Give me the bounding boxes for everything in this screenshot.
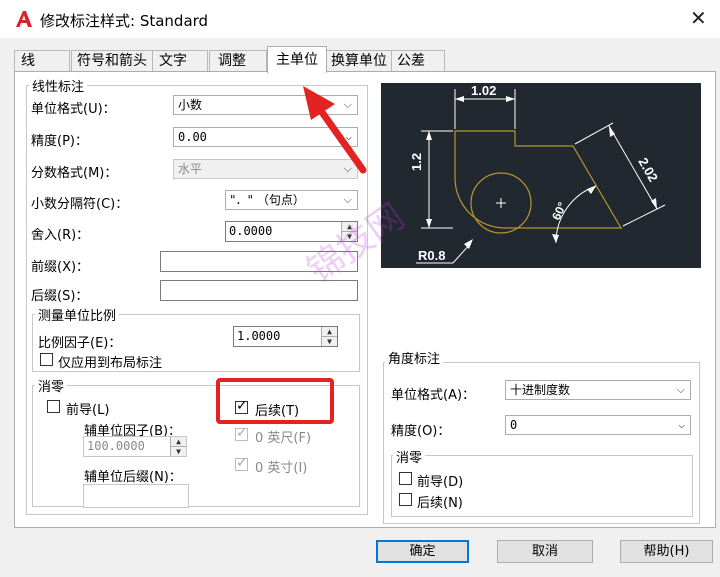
suffix-label: 后缀(S)： bbox=[31, 289, 89, 304]
sub-unit-suffix-label: 辅单位后缀(N)： bbox=[84, 470, 182, 485]
title-bar: 修改标注样式: Standard ✕ bbox=[0, 0, 720, 38]
tab-symbols-arrows[interactable]: 符号和箭头 bbox=[71, 50, 153, 72]
angular-unit-format-select[interactable]: 十进制度数 ⌵ bbox=[505, 380, 691, 400]
sub-unit-suffix-input[interactable] bbox=[83, 484, 189, 508]
tab-fit[interactable]: 调整 bbox=[209, 50, 267, 71]
feet-label: 0 英尺(F) bbox=[255, 431, 312, 446]
angular-leading-label: 前导(D) bbox=[417, 475, 464, 490]
angular-trailing-checkbox[interactable] bbox=[399, 493, 412, 506]
angular-trailing-label: 后续(N) bbox=[417, 496, 463, 511]
cancel-button[interactable]: 取消 bbox=[497, 540, 593, 563]
angular-unit-format-label: 单位格式(A)： bbox=[391, 388, 476, 403]
chevron-down-icon: ⌵ bbox=[676, 383, 685, 396]
feet-checkbox[interactable] bbox=[235, 425, 248, 441]
leading-zero-label: 前导(L) bbox=[66, 403, 110, 418]
spin-up-icon[interactable]: ▲ bbox=[322, 327, 337, 337]
tab-text[interactable]: 文字 bbox=[152, 50, 208, 71]
inches-label: 0 英寸(I) bbox=[255, 461, 308, 476]
tab-primary-units[interactable]: 主单位 bbox=[267, 46, 327, 73]
decimal-separator-select[interactable]: "．" （句点） ⌵ bbox=[225, 190, 358, 210]
round-off-label: 舍入(R)： bbox=[31, 228, 90, 243]
angular-zero-suppression-legend: 消零 bbox=[393, 447, 426, 466]
tab-lines[interactable]: 线 bbox=[14, 50, 70, 71]
fraction-format-label: 分数格式(M)： bbox=[31, 166, 118, 181]
angular-leading-checkbox[interactable] bbox=[399, 472, 412, 485]
scale-factor-label: 比例因子(E)： bbox=[38, 336, 122, 351]
layout-only-checkbox[interactable] bbox=[40, 353, 53, 366]
prefix-label: 前缀(X)： bbox=[31, 260, 90, 275]
linear-legend: 线性标注 bbox=[29, 76, 88, 95]
dimension-preview: 1.02 1.2 2.02 60° R0.8 bbox=[381, 83, 701, 268]
spin-down-icon[interactable]: ▼ bbox=[322, 337, 337, 347]
annotation-arrow-icon bbox=[303, 86, 367, 174]
decimal-separator-label: 小数分隔符(C)： bbox=[31, 197, 129, 212]
spin-down-icon[interactable]: ▼ bbox=[171, 447, 186, 457]
chevron-down-icon: ⌵ bbox=[678, 418, 685, 431]
spin-up-icon[interactable]: ▲ bbox=[171, 437, 186, 447]
angular-legend: 角度标注 bbox=[385, 348, 444, 367]
measurement-scale-legend: 测量单位比例 bbox=[35, 305, 120, 324]
tab-alternate-units[interactable]: 换算单位 bbox=[326, 50, 392, 72]
precision-label: 精度(P)： bbox=[31, 134, 88, 149]
preview-dim-top: 1.02 bbox=[471, 83, 496, 98]
preview-radius: R0.8 bbox=[418, 248, 445, 263]
highlight-box bbox=[216, 378, 334, 424]
help-button[interactable]: 帮助(H) bbox=[620, 540, 713, 563]
unit-format-label: 单位格式(U)： bbox=[31, 102, 116, 117]
window-title: 修改标注样式: Standard bbox=[40, 12, 209, 30]
sub-unit-factor-input[interactable]: 100.0000 ▲ ▼ bbox=[83, 436, 187, 457]
zero-suppression-legend: 消零 bbox=[35, 376, 68, 395]
layout-only-label: 仅应用到布局标注 bbox=[58, 356, 163, 371]
chevron-down-icon: ⌵ bbox=[343, 193, 352, 206]
scale-factor-input[interactable]: 1.0000 ▲ ▼ bbox=[233, 326, 338, 347]
close-icon[interactable]: ✕ bbox=[690, 6, 707, 30]
angular-precision-label: 精度(O)： bbox=[391, 424, 451, 439]
leading-zero-checkbox[interactable] bbox=[47, 400, 60, 413]
angular-precision-select[interactable]: 0 ⌵ bbox=[505, 415, 691, 435]
tab-tolerances[interactable]: 公差 bbox=[391, 50, 445, 71]
scale-factor-spinner[interactable]: ▲ ▼ bbox=[321, 327, 337, 346]
sub-unit-factor-spinner[interactable]: ▲ ▼ bbox=[170, 437, 186, 456]
autocad-logo-icon bbox=[16, 11, 32, 27]
ok-button[interactable]: 确定 bbox=[376, 540, 469, 563]
preview-dim-left: 1.2 bbox=[409, 153, 424, 171]
inches-checkbox[interactable] bbox=[235, 455, 248, 471]
